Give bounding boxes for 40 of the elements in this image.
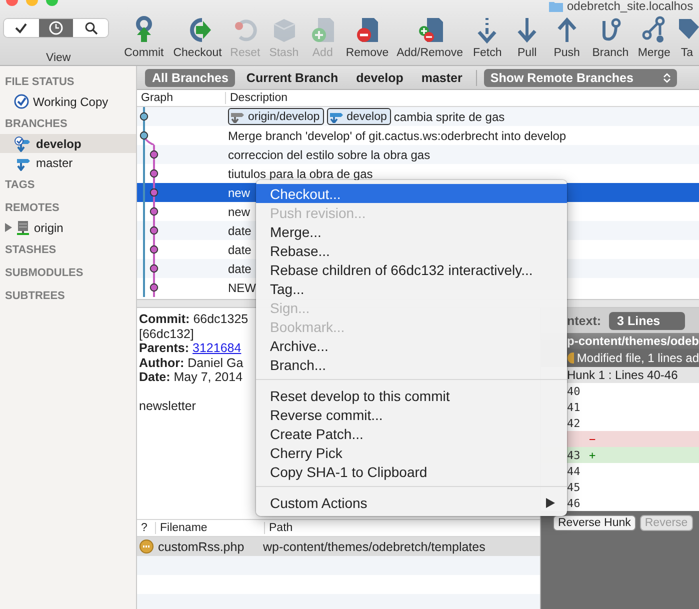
- branch-label: develop: [326, 108, 391, 125]
- section-heading: STASHES: [4, 243, 58, 258]
- commit-message: date: [228, 224, 252, 238]
- line-number: 44: [567, 464, 580, 478]
- section-heading: SUBMODULES: [4, 266, 84, 281]
- section-heading: SUBTREES: [4, 289, 66, 304]
- commit-message: new: [228, 204, 250, 218]
- commit-detail: Author: Daniel Ga: [139, 356, 244, 370]
- commit-detail: [66dc132]: [139, 326, 194, 341]
- commit-message: correccion del estilo sobre la obra gas: [228, 148, 430, 162]
- branch-label: origin/develop: [228, 108, 324, 125]
- section-heading: REMOTES: [4, 201, 60, 216]
- commit-message: new: [228, 186, 250, 200]
- line-number: 43: [567, 448, 580, 462]
- section-heading: FILE STATUS: [4, 75, 76, 90]
- line-number: 45: [567, 480, 580, 494]
- commit-message: cambia sprite de gas: [394, 110, 505, 124]
- diff-marker: −: [589, 432, 596, 446]
- commit-detail: Parents: 3121684: [139, 341, 242, 356]
- line-number: 41: [567, 400, 580, 414]
- commit-message: date: [228, 262, 252, 276]
- commit-message: tiutulos para la obra de gas: [228, 166, 373, 180]
- section-heading: BRANCHES: [4, 117, 68, 132]
- commit-detail: Date: May 7, 2014: [139, 370, 243, 384]
- line-number: 46: [567, 496, 580, 510]
- file-path: wp-content/themes/odebretch/templates: [263, 540, 486, 554]
- section-heading: TAGS: [4, 178, 36, 193]
- line-number: 42: [567, 416, 580, 430]
- view-label: View: [46, 52, 71, 64]
- commit-message: date: [228, 242, 252, 256]
- file-name: customRss.php: [158, 540, 246, 554]
- window-title: odebretch_site.localhos: [567, 0, 694, 12]
- line-number: 40: [567, 384, 580, 398]
- commit-message: Merge branch 'develop' of git.cactus.ws:oderbrecht into develop: [228, 128, 566, 142]
- commit-message: newsletter: [139, 399, 196, 414]
- diff-marker: +: [589, 448, 596, 462]
- context-label: ntext:: [567, 314, 602, 328]
- commit-detail: Commit: 66dc1325: [139, 312, 248, 326]
- file-status: Modified file, 1 lines ad: [576, 351, 699, 365]
- commit-message: NEW: [228, 280, 256, 294]
